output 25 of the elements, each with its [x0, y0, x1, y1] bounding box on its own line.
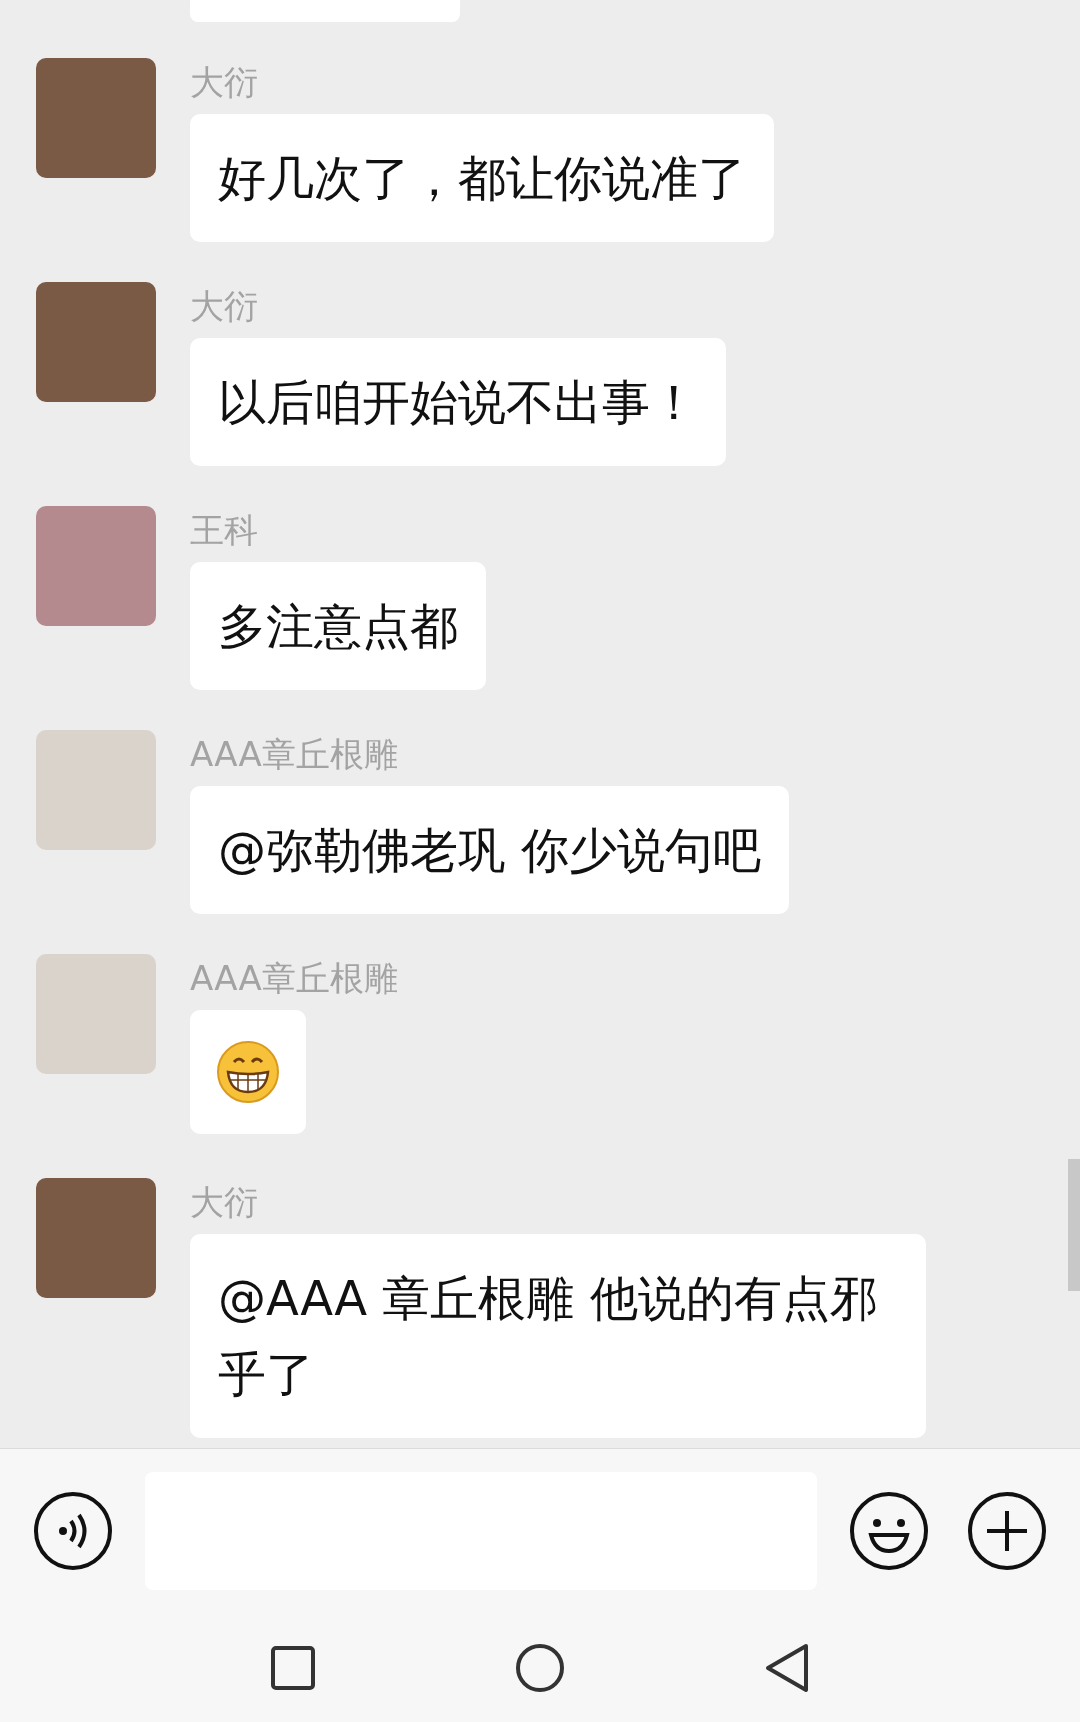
- sender-name: 大衍: [190, 286, 258, 326]
- sender-name: AAA章丘根雕: [190, 958, 398, 998]
- avatar-photo-placeholder[interactable]: [36, 282, 156, 402]
- avatar-photo-placeholder[interactable]: [36, 1178, 156, 1298]
- avatar-photo-placeholder[interactable]: [36, 730, 156, 850]
- message-bubble: @弥勒佛老巩 你少说句吧: [190, 786, 790, 914]
- sender-name: AAA章丘根雕: [190, 734, 398, 774]
- voice-icon[interactable]: [33, 1491, 113, 1571]
- sender-name: 王科: [190, 510, 258, 550]
- avatar-photo-placeholder[interactable]: [36, 506, 156, 626]
- back-nav-icon[interactable]: [764, 1642, 811, 1693]
- message-bubble: @AAA 章丘根雕 他说的有点邪乎了: [190, 1234, 926, 1438]
- avatar-photo-placeholder[interactable]: [36, 58, 156, 178]
- message-bubble: 好几次了，都让你说准了: [190, 114, 774, 242]
- square-nav-icon[interactable]: [269, 1644, 316, 1691]
- smiley-icon[interactable]: [849, 1491, 929, 1571]
- sender-name: 大衍: [190, 1182, 258, 1222]
- message-bubble: 以后咱开始说不出事！: [190, 338, 726, 466]
- avatar-photo-placeholder[interactable]: [36, 954, 156, 1074]
- scrollbar[interactable]: [1068, 1159, 1080, 1291]
- plus-icon[interactable]: [967, 1491, 1047, 1571]
- sender-name: 大衍: [190, 62, 258, 102]
- home-nav-icon[interactable]: [515, 1642, 565, 1693]
- message-bubble: 多注意点都: [190, 562, 486, 690]
- grin-emoji-icon: [216, 1040, 280, 1104]
